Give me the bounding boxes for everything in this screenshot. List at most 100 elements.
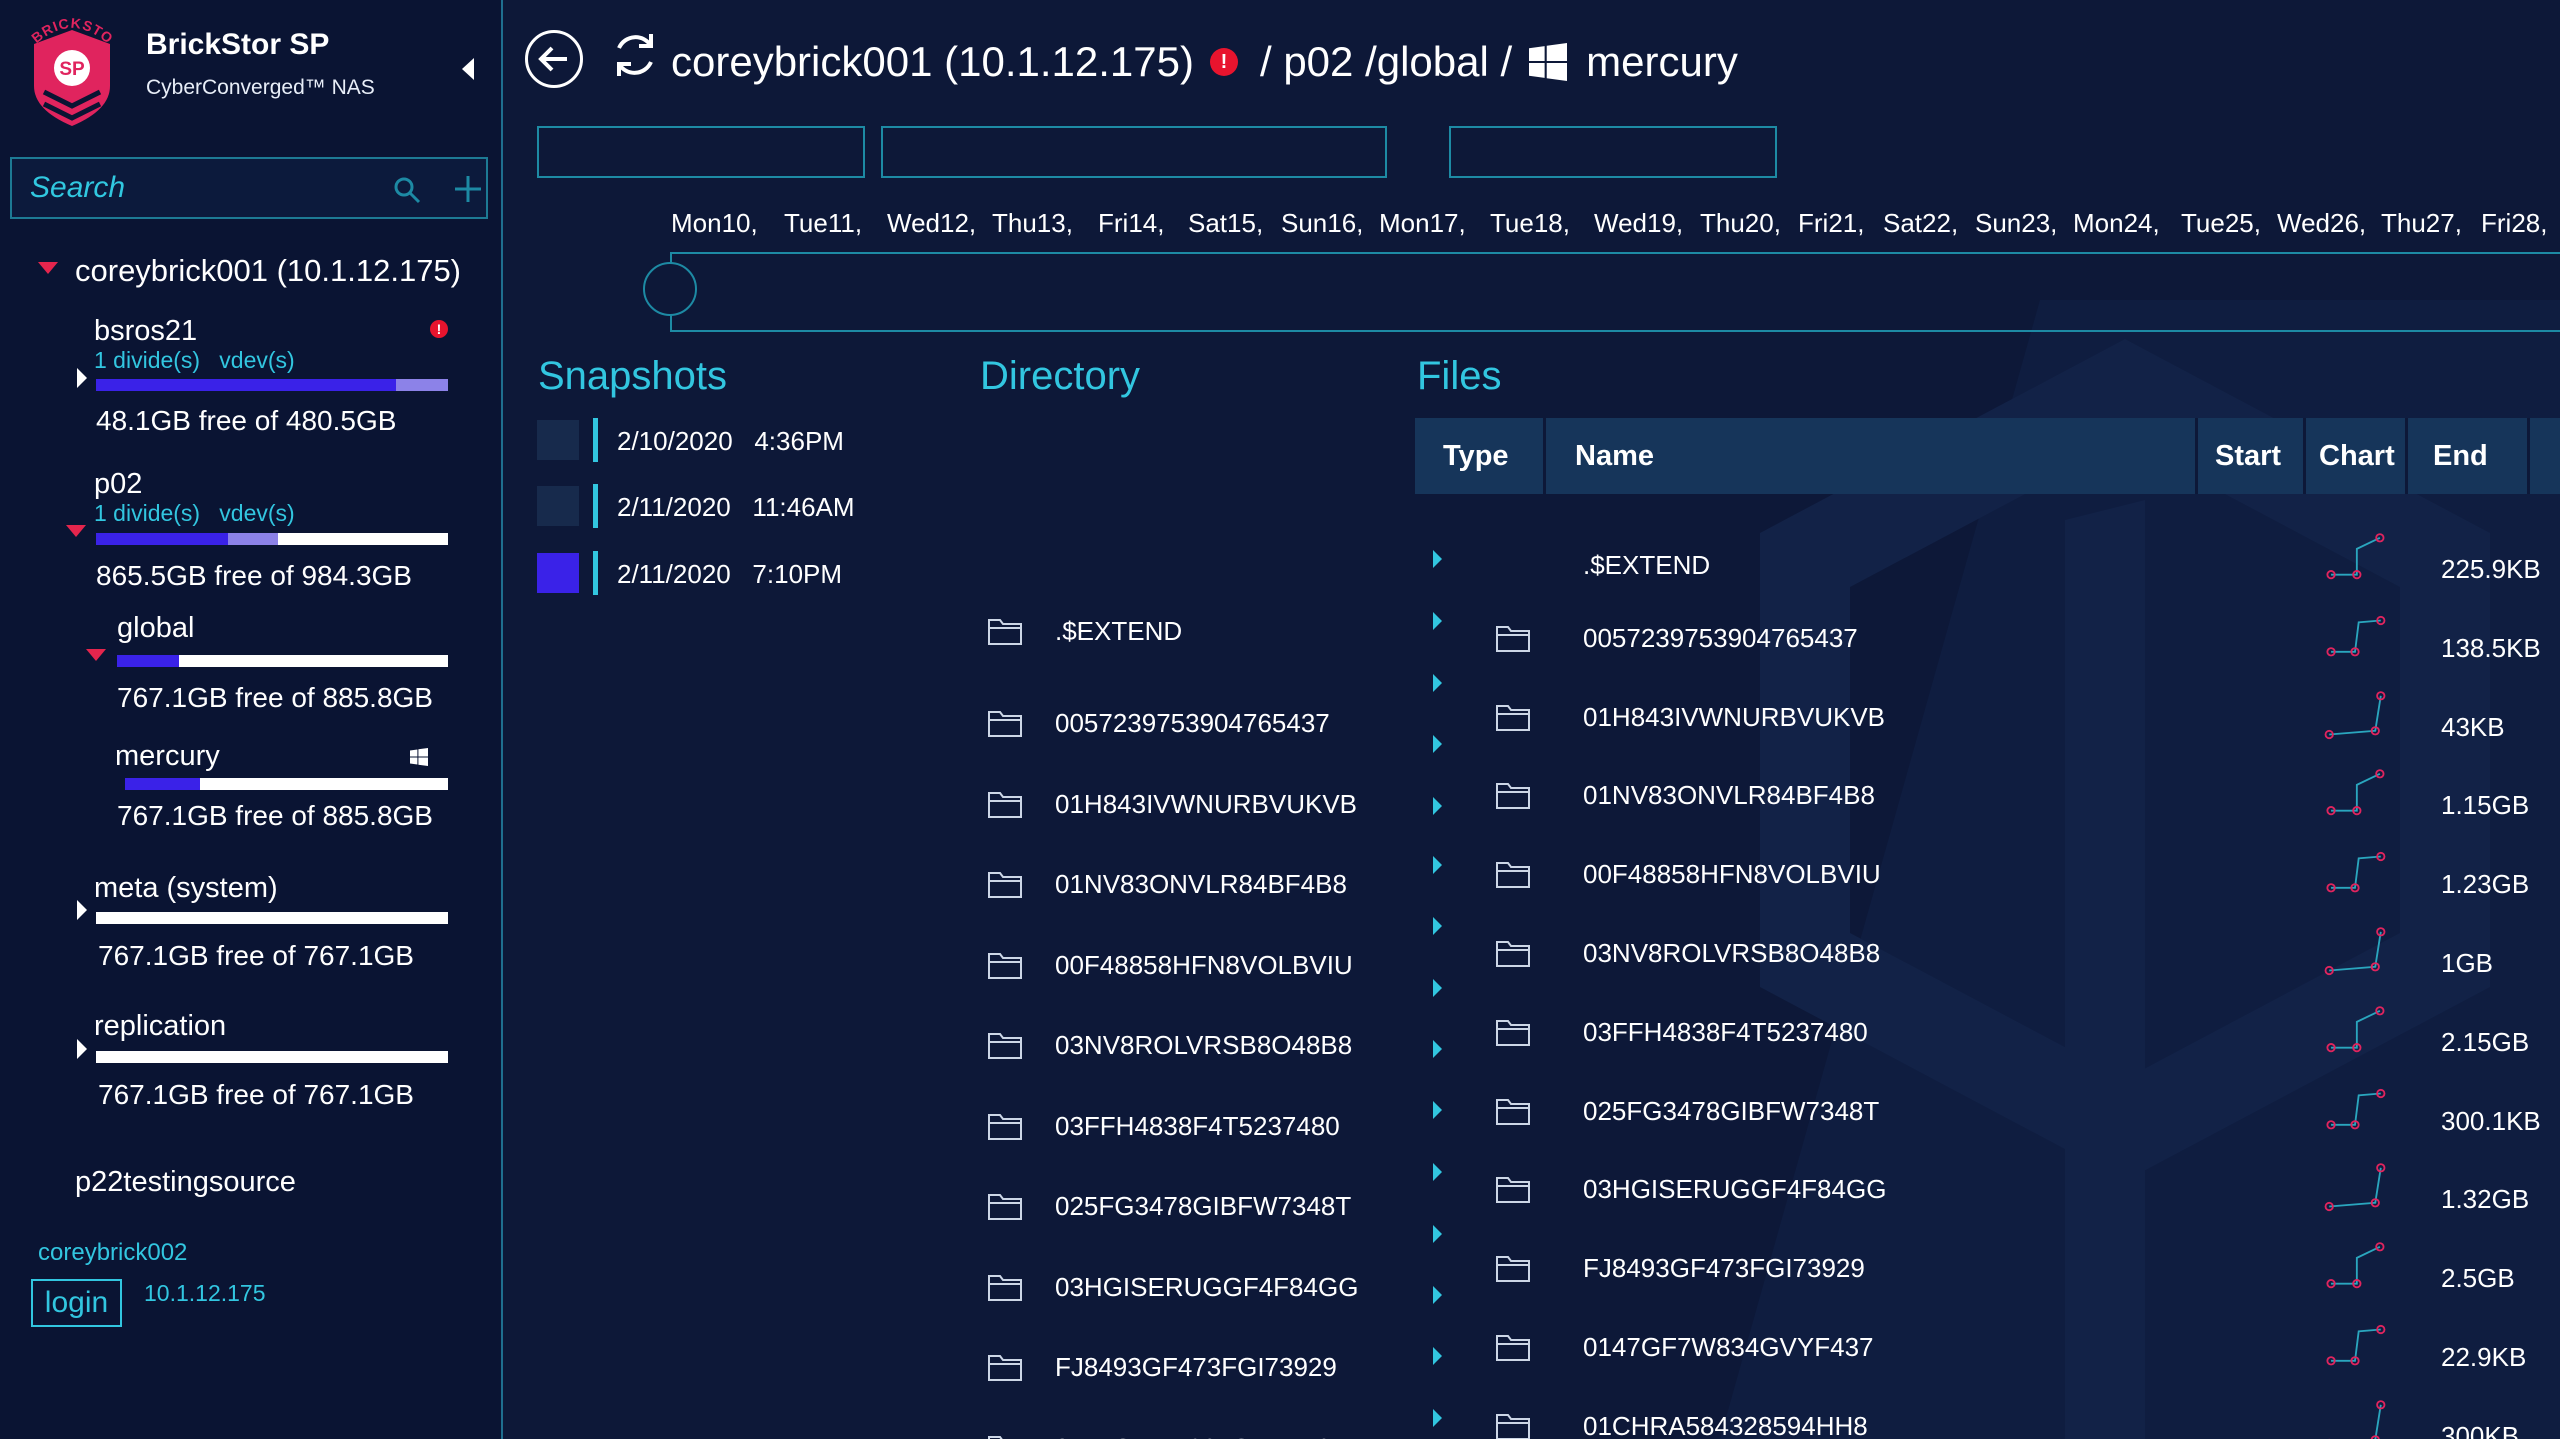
timeline-date[interactable]: Mon24,	[2073, 208, 2160, 239]
directory-item-name: 025FG3478GIBFW7348T	[1055, 1191, 1352, 1221]
tree-pool-p02[interactable]: p02	[94, 468, 142, 501]
file-row[interactable]: 01CHRA584328594HH8 300KB	[1415, 1400, 2560, 1439]
share-free-text: 767.1GB free of 885.8GB	[117, 800, 433, 831]
expand-row-icon[interactable]	[1433, 674, 1442, 692]
timeline-date[interactable]: Tue25,	[2181, 208, 2261, 239]
file-end-size: 2.15GB	[2441, 1026, 2530, 1057]
breadcrumb-path[interactable]: / p02 /global /	[1260, 38, 1512, 86]
folder-icon	[1496, 1413, 1530, 1439]
timeline-date[interactable]: Thu27,	[2381, 208, 2462, 239]
divides-link[interactable]: 1 divide(s)	[94, 347, 200, 373]
snapshot-filter-input[interactable]	[537, 126, 865, 178]
usage-bar	[96, 379, 448, 391]
timeline-date[interactable]: Sun16,	[1281, 208, 1363, 239]
breadcrumb-share[interactable]: mercury	[1586, 38, 1738, 86]
add-icon[interactable]	[452, 173, 484, 205]
vdevs-link[interactable]: vdev(s)	[219, 347, 294, 373]
folder-icon	[1496, 1335, 1530, 1361]
column-header-name[interactable]: Name	[1575, 418, 1654, 494]
pool-expand-icon[interactable]	[77, 900, 87, 920]
tree-dataset-global[interactable]: global	[117, 612, 194, 645]
files-filter-input[interactable]	[1449, 126, 1777, 178]
timeline-date[interactable]: Thu20,	[1700, 208, 1781, 239]
mini-sparkline-chart	[2324, 690, 2386, 739]
file-name: 01H843IVWNURBVUKVB	[1583, 701, 1885, 732]
file-row[interactable]: 00F48858HFN8VOLBVIU 1.23GB	[1415, 852, 2560, 903]
mini-sparkline-chart	[2326, 1324, 2386, 1366]
timeline-dates: Mon10, Tue11, Wed12, Thu13, Fri14, Sat15…	[505, 208, 2560, 238]
column-header-end[interactable]: End	[2433, 418, 2488, 494]
file-name: 03NV8ROLVRSB8O48B8	[1583, 938, 1881, 968]
timeline-track[interactable]	[670, 252, 2560, 332]
tree-pool-bsros21[interactable]: bsros21	[94, 315, 197, 348]
snapshot-time: 11:46AM	[752, 492, 855, 522]
timeline-date[interactable]: Fri28,	[2481, 208, 2547, 239]
file-row[interactable]: 03NV8ROLVRSB8O48B8 1GB	[1415, 927, 2560, 982]
timeline-date[interactable]: Mon10,	[671, 208, 758, 239]
snapshot-label: 2/11/2020 11:46AM	[617, 492, 855, 523]
vdevs-link[interactable]: vdev(s)	[219, 500, 294, 526]
directory-item-name: 01NV83ONVLR84BF4B8	[1055, 869, 1347, 899]
timeline-slider-handle[interactable]	[643, 262, 697, 316]
folder-icon	[988, 1033, 1022, 1059]
column-divider	[1543, 418, 1546, 494]
timeline-date[interactable]: Sun23,	[1975, 208, 2057, 239]
timeline-date[interactable]: Sat22,	[1883, 208, 1958, 239]
dataset-expand-icon[interactable]	[86, 649, 106, 661]
timeline-date[interactable]: Sat15,	[1188, 208, 1263, 239]
usage-bar	[117, 655, 448, 667]
search-input[interactable]	[30, 169, 370, 207]
timeline-date[interactable]: Fri14,	[1098, 208, 1164, 239]
file-row[interactable]: 03HGISERUGGF4F84GG 1.32GB	[1415, 1163, 2560, 1218]
file-row[interactable]: 03FFH4838F4T5237480 2.15GB	[1415, 1006, 2560, 1061]
timeline-date[interactable]: Tue18,	[1490, 208, 1570, 239]
file-row[interactable]: 01H843IVWNURBVUKVB 43KB	[1415, 690, 2560, 746]
file-row[interactable]: 025FG3478GIBFW7348T 300.1KB	[1415, 1088, 2560, 1140]
file-row[interactable]: 0147GF7W834GVYF437 22.9KB	[1415, 1324, 2560, 1376]
back-button[interactable]	[525, 30, 583, 88]
divides-link[interactable]: 1 divide(s)	[94, 500, 200, 526]
host-expand-icon[interactable]	[38, 262, 58, 274]
timeline-date[interactable]: Mon17,	[1379, 208, 1466, 239]
breadcrumb-host[interactable]: coreybrick001 (10.1.12.175)	[671, 38, 1194, 86]
snapshot-marker	[593, 418, 598, 462]
file-row[interactable]: 01NV83ONVLR84BF4B8 1.15GB	[1415, 769, 2560, 824]
timeline-date[interactable]: Wed26,	[2277, 208, 2366, 239]
timeline-date[interactable]: Wed19,	[1594, 208, 1683, 239]
tree-pool-replication[interactable]: replication	[94, 1010, 226, 1043]
pool-expand-icon[interactable]	[66, 525, 86, 537]
timeline-date[interactable]: Tue11,	[784, 208, 862, 239]
file-row[interactable]: .$EXTEND 225.9KB	[1415, 533, 2560, 588]
pool-meta[interactable]: 1 divide(s) vdev(s)	[94, 500, 295, 527]
usage-bar	[125, 778, 448, 790]
tree-pool-meta[interactable]: meta (system)	[94, 872, 278, 905]
collapse-sidebar-icon[interactable]	[462, 58, 474, 80]
timeline-date[interactable]: Wed12,	[887, 208, 976, 239]
file-row[interactable]: FJ8493GF473FGI73929 2.5GB	[1415, 1242, 2560, 1297]
expand-row-icon[interactable]	[1433, 1225, 1442, 1243]
sidebar: SP BRICKSTOR SP BrickStor SP CyberConver…	[0, 0, 503, 1439]
pool-expand-icon[interactable]	[77, 1039, 87, 1059]
breadcrumb: coreybrick001 (10.1.12.175) ! / p02 /glo…	[671, 38, 1738, 86]
login-button[interactable]: login	[31, 1279, 122, 1327]
pool-meta[interactable]: 1 divide(s) vdev(s)	[94, 347, 295, 374]
tree-host[interactable]: coreybrick001 (10.1.12.175)	[75, 253, 461, 289]
file-row[interactable]: 0057239753904765437 138.5KB	[1415, 615, 2560, 667]
refresh-icon[interactable]	[607, 26, 663, 82]
column-header-type[interactable]: Type	[1443, 418, 1509, 494]
timeline-date[interactable]: Thu13,	[992, 208, 1073, 239]
tree-share-mercury[interactable]: mercury	[115, 740, 220, 773]
mini-sparkline-chart	[2326, 1242, 2385, 1289]
expand-row-icon[interactable]	[1433, 917, 1442, 935]
tree-host-p22testingsource[interactable]: p22testingsource	[75, 1166, 296, 1199]
column-header-chart[interactable]: Chart	[2319, 418, 2395, 494]
pool-free-text: 865.5GB free of 984.3GB	[96, 560, 412, 591]
timeline-date[interactable]: Fri21,	[1798, 208, 1864, 239]
pool-expand-icon[interactable]	[77, 368, 87, 388]
column-header-start[interactable]: Start	[2215, 418, 2281, 494]
file-end-size: 138.5KB	[2441, 632, 2541, 663]
directory-item-name: FJ8493GF473FGI73929	[1055, 1352, 1337, 1382]
search-icon[interactable]	[392, 175, 422, 205]
file-name: 025FG3478GIBFW7348T	[1583, 1095, 1880, 1126]
directory-filter-input[interactable]	[881, 126, 1387, 178]
